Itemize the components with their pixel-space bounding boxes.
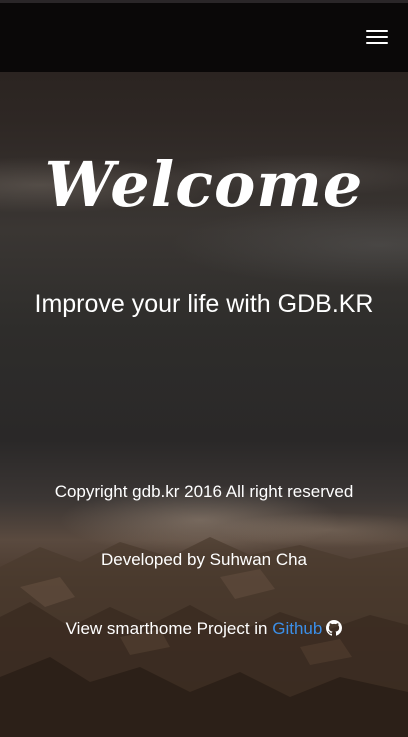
top-navbar [0, 0, 408, 72]
welcome-title: Welcome [44, 148, 364, 221]
developer-credit: Developed by Suhwan Cha [100, 550, 308, 569]
project-line: View smarthome Project in Github [0, 619, 408, 639]
menu-bar-bottom [366, 42, 388, 44]
copyright-text: Copyright gdb.kr 2016 All right reserved [54, 482, 354, 501]
menu-bar-top [366, 30, 388, 32]
hero-subtitle: Improve your life with GDB.KR [34, 290, 374, 318]
page: Welcome Improve your life with GDB.KR Co… [0, 0, 408, 737]
github-icon[interactable] [326, 620, 343, 636]
hamburger-menu-icon[interactable] [366, 28, 390, 46]
github-link[interactable]: Github [272, 619, 322, 638]
menu-bar-middle [366, 36, 388, 38]
project-prefix-text: View smarthome Project in [65, 619, 273, 638]
